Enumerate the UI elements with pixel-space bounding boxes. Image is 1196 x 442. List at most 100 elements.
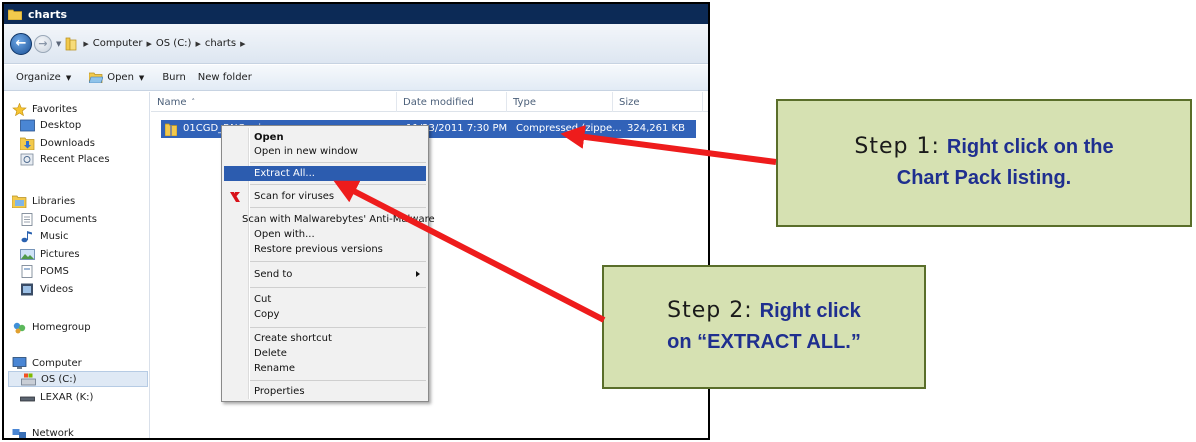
menu-item-label: Copy <box>254 309 280 320</box>
menu-item-open-new-window[interactable]: Open in new window <box>224 144 426 159</box>
organize-button[interactable]: Organize ▼ <box>12 70 75 85</box>
menu-item-scan-viruses[interactable]: Scan for viruses <box>224 189 426 204</box>
menu-separator <box>250 380 426 381</box>
breadcrumb-separator[interactable]: ▶ <box>147 40 152 48</box>
menu-item-extract-all[interactable]: Extract All... <box>224 166 426 181</box>
step-1-text: Right click on the <box>946 136 1114 159</box>
step-2-callout: Step 2: Right click on “EXTRACT ALL.” <box>602 265 926 389</box>
nav-label: Favorites <box>32 103 78 115</box>
homegroup-icon <box>13 322 26 333</box>
nav-label: Downloads <box>40 137 95 149</box>
burn-button[interactable]: Burn <box>158 70 189 85</box>
title-bar[interactable]: charts <box>4 4 708 24</box>
breadcrumb-charts[interactable]: charts <box>205 38 236 49</box>
submenu-arrow-icon <box>416 271 420 277</box>
step-1-callout: Step 1: Right click on the Chart Pack li… <box>776 99 1192 227</box>
menu-item-copy[interactable]: Copy <box>224 307 426 322</box>
menu-item-restore-previous[interactable]: Restore previous versions <box>224 242 426 257</box>
recent-places-icon <box>20 153 34 165</box>
column-label: Date modified <box>403 96 474 108</box>
documents-icon <box>21 212 33 226</box>
libraries-icon <box>12 195 27 208</box>
menu-item-cut[interactable]: Cut <box>224 292 426 307</box>
videos-icon <box>21 283 33 295</box>
open-label: Open <box>107 72 134 83</box>
nav-network[interactable]: Network <box>12 425 74 439</box>
nav-label: Videos <box>40 283 74 295</box>
nav-homegroup[interactable]: Homegroup <box>12 319 91 335</box>
column-header-type[interactable]: Type <box>507 92 613 112</box>
open-button[interactable]: Open ▼ <box>85 70 148 85</box>
menu-item-open-with[interactable]: Open with... <box>224 227 426 242</box>
breadcrumb-computer[interactable]: Computer <box>93 38 143 49</box>
nav-computer[interactable]: Computer <box>12 355 82 371</box>
column-label: Name <box>157 96 187 108</box>
menu-item-scan-malwarebytes[interactable]: Scan with Malwarebytes' Anti-Malware <box>224 212 435 227</box>
column-header-name[interactable]: Name ˄ <box>151 92 397 112</box>
nav-videos[interactable]: Videos <box>20 281 73 297</box>
nav-lexar-k[interactable]: LEXAR (K:) <box>20 389 93 405</box>
nav-downloads[interactable]: Downloads <box>20 135 95 151</box>
nav-pictures[interactable]: Pictures <box>20 246 80 262</box>
nav-poms[interactable]: POMS <box>20 263 69 279</box>
step-1-label: Step 1: <box>854 134 940 160</box>
nav-label: Recent Places <box>40 153 110 165</box>
column-header-size[interactable]: Size <box>613 92 703 112</box>
nav-label: Music <box>40 230 69 242</box>
menu-item-send-to[interactable]: Send to <box>224 267 426 282</box>
nav-desktop[interactable]: Desktop <box>20 117 81 133</box>
menu-separator <box>250 287 426 288</box>
zip-folder-icon <box>165 123 177 136</box>
nav-label: Desktop <box>40 119 82 131</box>
back-button[interactable]: ← <box>10 32 32 55</box>
menu-item-label: Open <box>254 132 284 143</box>
column-header-date-modified[interactable]: Date modified <box>397 92 507 112</box>
menu-item-label: Send to <box>254 269 293 280</box>
column-header-row: Name ˄ Date modified Type Size <box>151 92 708 112</box>
step-2-line-1: Step 2: Right click <box>667 296 861 327</box>
nav-documents[interactable]: Documents <box>20 211 97 227</box>
column-label: Type <box>513 96 536 108</box>
menu-item-properties[interactable]: Properties <box>224 384 426 399</box>
downloads-folder-icon <box>20 137 35 150</box>
sort-ascending-icon: ˄ <box>191 98 196 106</box>
menu-separator <box>250 261 426 262</box>
step-2-text: Right click <box>759 300 861 323</box>
nav-os-c[interactable]: OS (C:) <box>8 371 148 387</box>
menu-item-label: Rename <box>254 363 296 374</box>
nav-label: Libraries <box>32 195 76 207</box>
menu-item-label: Extract All... <box>254 168 315 179</box>
pictures-icon <box>20 248 35 260</box>
breadcrumb-os-c[interactable]: OS (C:) <box>156 38 192 49</box>
recent-pages-dropdown[interactable]: ▼ <box>56 40 61 48</box>
nav-label: Network <box>32 427 74 439</box>
breadcrumb-separator[interactable]: ▶ <box>83 40 88 48</box>
nav-music[interactable]: Music <box>20 228 68 244</box>
menu-separator <box>250 162 426 163</box>
system-drive-icon <box>21 373 36 385</box>
context-menu: Open Open in new window Extract All... S… <box>221 125 435 402</box>
step-1-line-1: Step 1: Right click on the <box>854 132 1113 163</box>
breadcrumb-separator[interactable]: ▶ <box>240 40 245 48</box>
menu-item-rename[interactable]: Rename <box>224 361 426 376</box>
nav-libraries[interactable]: Libraries <box>12 193 75 209</box>
star-icon <box>12 102 27 116</box>
antivirus-icon <box>230 191 240 202</box>
nav-label: Pictures <box>40 248 80 260</box>
step-1-line-2: Chart Pack listing. <box>897 163 1072 194</box>
menu-item-label: Properties <box>254 386 305 397</box>
address-bar: ← → ▼ ▶ Computer ▶ OS (C:) ▶ charts ▶ <box>4 24 708 64</box>
forward-button[interactable]: → <box>34 34 52 53</box>
step-2-text: on “EXTRACT ALL.” <box>667 331 861 353</box>
folder-icon <box>66 37 77 50</box>
menu-item-open[interactable]: Open <box>224 130 426 145</box>
burn-label: Burn <box>162 72 186 83</box>
menu-item-label: Scan for viruses <box>254 191 335 202</box>
breadcrumb-separator[interactable]: ▶ <box>195 40 200 48</box>
nav-recent-places[interactable]: Recent Places <box>20 151 110 167</box>
step-1-text: Chart Pack listing. <box>896 167 1072 189</box>
menu-item-create-shortcut[interactable]: Create shortcut <box>224 331 426 346</box>
new-folder-button[interactable]: New folder <box>194 70 256 85</box>
menu-item-delete[interactable]: Delete <box>224 346 426 361</box>
nav-favorites[interactable]: Favorites <box>12 101 77 117</box>
